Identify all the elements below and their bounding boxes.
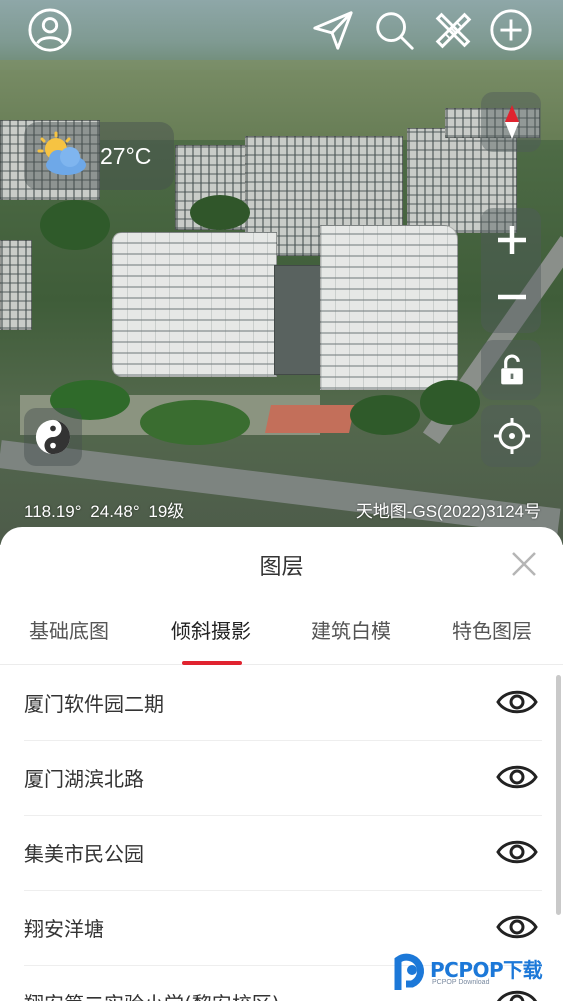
map-tree [140,400,250,445]
active-tab-indicator [182,661,242,665]
lock-icon[interactable] [485,343,539,397]
yin-yang-icon[interactable] [24,408,82,466]
map-building-roof [265,405,355,433]
map-view[interactable]: 27°C 118.19° 24.48° 19级 天地图-GS(2022)3124… [0,0,563,545]
ruler-pencil-icon[interactable] [429,6,477,54]
map-building [274,265,324,375]
coordinate-readout: 118.19° 24.48° 19级 [24,497,184,522]
map-building [112,232,277,377]
locate-icon[interactable] [485,409,539,463]
map-tree [350,395,420,435]
send-arrow-icon[interactable] [309,6,357,54]
tab-base-map[interactable]: 基础底图 [29,615,109,644]
plus-circle-icon[interactable] [487,6,535,54]
list-scrollbar[interactable] [556,675,561,915]
watermark-sub: PCPOP Download [432,979,490,986]
watermark: PCPOP下载 PCPOP Download [392,948,563,1001]
zoom-out-icon[interactable] [485,270,539,324]
layer-name: 集美市民公园 [24,842,144,866]
map-tree [420,380,480,425]
compass-icon[interactable] [485,95,539,149]
tab-featured-layers[interactable]: 特色图层 [452,615,532,644]
layer-name: 翔安第二实验小学(黎安校区) [24,988,280,1001]
list-item[interactable]: 厦门湖滨北路 [24,741,542,816]
user-circle-icon[interactable] [26,6,74,54]
zoom-in-icon[interactable] [485,213,539,267]
close-icon[interactable] [509,549,539,579]
tab-oblique-photography[interactable]: 倾斜摄影 [171,615,251,644]
temperature-label: 27°C [100,142,152,169]
longitude-label: 118.19° [24,502,82,521]
tab-building-models[interactable]: 建筑白模 [311,615,391,644]
partly-cloudy-icon [36,131,90,181]
eye-icon[interactable] [496,683,538,721]
map-tree [190,195,250,230]
eye-icon[interactable] [496,833,538,871]
map-building [320,225,458,390]
layer-panel: 图层 基础底图 倾斜摄影 建筑白模 特色图层 厦门软件园二期 厦门湖滨北路 集美… [0,527,563,1001]
map-tree [40,200,110,250]
zoom-level-label: 19级 [148,502,185,521]
list-item[interactable]: 厦门软件园二期 [24,666,542,741]
pcpop-logo-icon [394,953,424,990]
map-building [0,240,32,330]
layer-name: 翔安洋塘 [24,917,104,941]
eye-icon[interactable] [496,908,538,946]
layer-tabs: 基础底图 倾斜摄影 建筑白模 特色图层 [0,615,563,665]
map-road [0,440,561,537]
panel-title: 图层 [259,555,304,580]
eye-icon[interactable] [496,758,538,796]
layer-name: 厦门湖滨北路 [24,767,144,791]
latitude-label: 24.48° [90,502,140,521]
weather-widget[interactable]: 27°C [24,122,174,190]
layer-name: 厦门软件园二期 [24,692,164,716]
search-icon[interactable] [370,6,418,54]
list-item[interactable]: 集美市民公园 [24,816,542,891]
map-copyright: 天地图-GS(2022)3124号 [355,502,541,521]
